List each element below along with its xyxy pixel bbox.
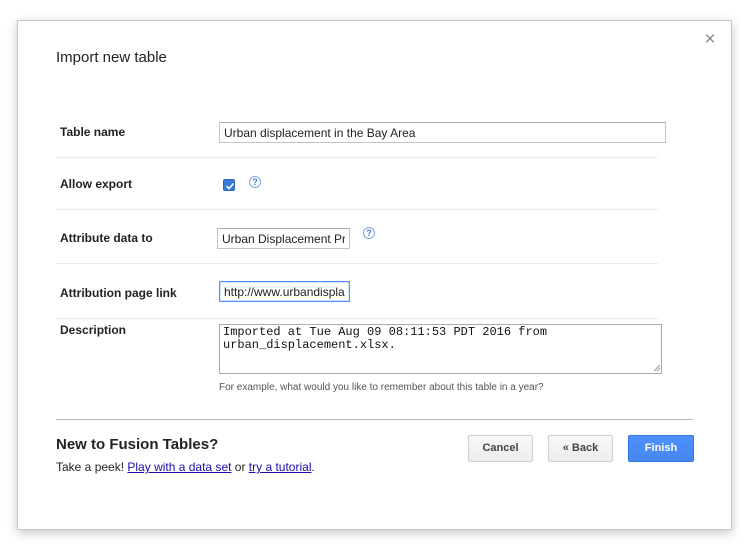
promo-tail: . bbox=[311, 460, 315, 474]
footer-divider bbox=[56, 419, 693, 420]
promo-lead: Take a peek! bbox=[56, 460, 128, 474]
description-textarea[interactable]: Imported at Tue Aug 09 08:11:53 PDT 2016… bbox=[219, 324, 662, 374]
description-hint: For example, what would you like to reme… bbox=[219, 382, 544, 393]
resize-grip-icon[interactable] bbox=[651, 362, 661, 372]
dialog-title: Import new table bbox=[56, 49, 167, 66]
attribute-data-input[interactable] bbox=[217, 228, 350, 249]
import-table-dialog: × Import new table Table name Allow expo… bbox=[17, 20, 732, 530]
checkmark-icon bbox=[225, 182, 235, 190]
row-attribute-data: Attribute data to ? bbox=[56, 210, 658, 264]
cancel-button[interactable]: Cancel bbox=[468, 435, 533, 462]
play-with-data-set-link[interactable]: Play with a data set bbox=[127, 460, 231, 474]
attribute-data-label: Attribute data to bbox=[60, 231, 153, 245]
table-name-label: Table name bbox=[60, 125, 126, 139]
back-button[interactable]: « Back bbox=[548, 435, 613, 462]
attribution-link-label: Attribution page link bbox=[60, 286, 177, 300]
table-name-input[interactable] bbox=[219, 122, 666, 143]
row-table-name: Table name bbox=[56, 113, 666, 158]
row-allow-export: Allow export ? bbox=[56, 158, 658, 210]
allow-export-label: Allow export bbox=[60, 177, 133, 191]
try-a-tutorial-link[interactable]: try a tutorial bbox=[249, 460, 312, 474]
help-icon[interactable]: ? bbox=[249, 176, 261, 188]
description-label: Description bbox=[60, 323, 127, 337]
attribution-link-input[interactable] bbox=[219, 281, 350, 302]
promo-text: Take a peek! Play with a data set or try… bbox=[56, 460, 315, 474]
help-icon[interactable]: ? bbox=[363, 227, 375, 239]
close-icon[interactable]: × bbox=[703, 30, 717, 49]
promo-mid: or bbox=[231, 460, 249, 474]
promo-title: New to Fusion Tables? bbox=[56, 436, 219, 453]
finish-button[interactable]: Finish bbox=[628, 435, 694, 462]
row-attribution-link: Attribution page link bbox=[56, 264, 658, 319]
allow-export-checkbox[interactable] bbox=[223, 179, 235, 191]
